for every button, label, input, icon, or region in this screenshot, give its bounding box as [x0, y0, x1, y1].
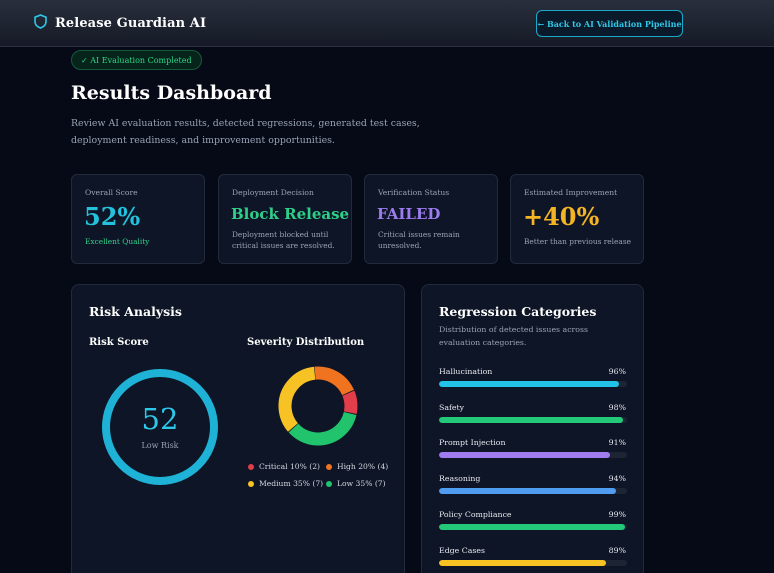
legend-critical: Critical 10% (2)	[248, 462, 320, 471]
regression-category-percent: 99%	[608, 509, 626, 519]
regression-categories-panel: Regression Categories Distribution of de…	[421, 284, 644, 573]
regression-categories-description: Distribution of detected issues across e…	[439, 325, 588, 347]
regression-category-label: Edge Cases	[439, 545, 485, 555]
risk-analysis-title: Risk Analysis	[89, 304, 182, 319]
legend-high: High 20% (4)	[326, 462, 388, 471]
high-dot	[326, 463, 332, 470]
overall-score-card: Overall Score 52% Excellent Quality	[71, 174, 205, 264]
regression-category-label: Reasoning	[439, 474, 481, 484]
regression-category-percent: 89%	[608, 545, 626, 555]
risk-score-ring: 52 Low Risk	[102, 369, 218, 485]
page-title: Results Dashboard	[71, 82, 272, 104]
card-subtext: Deployment blocked until critical issues…	[232, 230, 335, 250]
regression-category-percent: 94%	[608, 474, 626, 484]
estimated-improvement-value: +40%	[523, 202, 600, 231]
severity-distribution-title: Severity Distribution	[247, 337, 365, 348]
regression-progress-fill	[439, 559, 607, 566]
regression-progress-track	[439, 488, 627, 495]
regression-progress-fill	[439, 416, 624, 423]
legend-low: Low 35% (7)	[326, 479, 386, 488]
page-description: Review AI evaluation results, detected r…	[71, 118, 420, 146]
card-label: Overall Score	[85, 188, 138, 197]
overall-score-value: 52%	[84, 202, 141, 231]
legend-label: Medium 35% (7)	[259, 479, 324, 488]
verification-status-value: FAILED	[377, 205, 441, 223]
app-title: Release Guardian AI	[55, 16, 207, 31]
risk-score-label: Low Risk	[141, 441, 178, 450]
low-dot	[326, 480, 332, 487]
card-subtext: Better than previous release	[524, 237, 631, 246]
evaluation-status-badge: ✓ AI Evaluation Completed	[71, 50, 202, 70]
deployment-decision-card: Deployment Decision Block Release Deploy…	[218, 174, 352, 264]
back-to-pipeline-button[interactable]: ← Back to AI Validation Pipeline	[536, 10, 683, 37]
legend-label: Critical 10% (2)	[259, 462, 321, 471]
regression-progress-track	[439, 452, 627, 459]
legend-label: High 20% (4)	[337, 462, 389, 471]
card-subtext: Excellent Quality	[85, 237, 150, 246]
severity-donut-chart	[278, 366, 358, 446]
legend-medium: Medium 35% (7)	[248, 479, 323, 488]
regression-progress-fill	[439, 452, 611, 459]
regression-category-label: Safety	[439, 402, 465, 412]
legend-label: Low 35% (7)	[337, 479, 386, 488]
risk-score-title: Risk Score	[89, 337, 149, 348]
regression-category-percent: 91%	[608, 438, 626, 448]
estimated-improvement-card: Estimated Improvement +40% Better than p…	[510, 174, 644, 264]
brand[interactable]: Release Guardian AI	[34, 14, 206, 33]
regression-progress-track	[439, 381, 627, 387]
regression-progress-fill	[439, 381, 620, 387]
regression-category-percent: 96%	[608, 367, 626, 376]
regression-progress-fill	[439, 523, 626, 530]
top-bar: Release Guardian AI ← Back to AI Validat…	[0, 0, 774, 47]
card-label: Verification Status	[378, 188, 450, 197]
risk-score-value: 52	[142, 402, 179, 436]
shield-icon	[34, 14, 47, 33]
card-label: Deployment Decision	[232, 188, 314, 197]
card-subtext: Critical issues remain unresolved.	[378, 230, 460, 250]
regression-category-percent: 98%	[608, 402, 626, 412]
card-label: Estimated Improvement	[524, 188, 618, 197]
regression-progress-fill	[439, 488, 616, 495]
regression-progress-track	[439, 416, 627, 423]
medium-dot	[248, 480, 254, 487]
regression-category-label: Policy Compliance	[439, 509, 512, 519]
critical-dot	[248, 463, 254, 470]
regression-category-label: Prompt Injection	[439, 438, 506, 448]
verification-status-card: Verification Status FAILED Critical issu…	[364, 174, 498, 264]
risk-analysis-panel: Risk Analysis Risk Score Severity Distri…	[71, 284, 405, 573]
deployment-decision-value: Block Release	[231, 205, 350, 223]
regression-progress-track	[439, 523, 627, 530]
regression-categories-title: Regression Categories	[439, 304, 597, 319]
regression-progress-track	[439, 559, 627, 566]
regression-category-label: Hallucination	[439, 367, 493, 376]
